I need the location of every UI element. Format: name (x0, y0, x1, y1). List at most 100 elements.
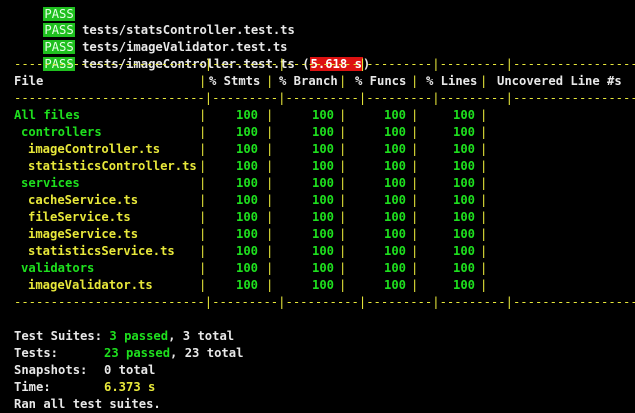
coverage-stmts-value: 100 (235, 261, 258, 275)
coverage-stmts-value: 100 (235, 227, 258, 241)
column-divider: | (480, 74, 488, 88)
coverage-branch-value: 100 (311, 210, 334, 224)
suites-passed: 3 passed (109, 329, 169, 343)
column-divider: | (411, 74, 419, 88)
coverage-funcs-value: 100 (383, 108, 406, 122)
column-divider: | (199, 244, 207, 258)
coverage-stmts-value: 100 (235, 278, 258, 292)
column-divider: | (199, 125, 207, 139)
coverage-lines-value: 100 (452, 210, 475, 224)
coverage-branch-value: 100 (311, 227, 334, 241)
coverage-stmts-value: 100 (235, 176, 258, 190)
column-divider: | (266, 244, 274, 258)
column-divider: | (339, 108, 347, 122)
column-divider: | (199, 210, 207, 224)
column-divider: | (266, 261, 274, 275)
column-divider: | (480, 108, 488, 122)
coverage-lines-value: 100 (452, 278, 475, 292)
tests-total: , 23 total (170, 346, 244, 360)
column-divider: | (199, 227, 207, 241)
coverage-funcs-value: 100 (383, 210, 406, 224)
coverage-lines-value: 100 (452, 227, 475, 241)
column-divider: | (480, 142, 488, 156)
coverage-row-label: controllers (21, 125, 102, 139)
column-divider: | (199, 278, 207, 292)
coverage-branch-value: 100 (311, 108, 334, 122)
summary-snapshots: Snapshots: 0 total (14, 362, 155, 379)
column-divider: | (339, 210, 347, 224)
column-divider: | (411, 278, 419, 292)
coverage-funcs-value: 100 (383, 227, 406, 241)
coverage-separator: --------------------------|---------|---… (14, 295, 635, 309)
coverage-row-label: validators (21, 261, 95, 275)
column-divider: | (339, 142, 347, 156)
column-divider: | (199, 193, 207, 207)
column-divider: | (411, 193, 419, 207)
coverage-funcs-value: 100 (383, 142, 406, 156)
coverage-lines-value: 100 (452, 125, 475, 139)
column-divider: | (339, 159, 347, 173)
column-divider: | (266, 142, 274, 156)
coverage-row-label: statisticsController.ts (28, 159, 197, 173)
coverage-branch-value: 100 (311, 244, 334, 258)
coverage-stmts-value: 100 (235, 108, 258, 122)
coverage-header-0: File (14, 74, 44, 88)
coverage-row-label: statisticsService.ts (28, 244, 175, 258)
coverage-lines-value: 100 (452, 159, 475, 173)
coverage-lines-value: 100 (452, 108, 475, 122)
column-divider: | (199, 176, 207, 190)
snapshots-value: 0 total (104, 363, 156, 377)
column-divider: | (411, 159, 419, 173)
column-divider: | (411, 261, 419, 275)
column-divider: | (266, 159, 274, 173)
column-divider: | (411, 210, 419, 224)
coverage-lines-value: 100 (452, 244, 475, 258)
summary-label: Time: (14, 380, 51, 394)
coverage-branch-value: 100 (311, 159, 334, 173)
coverage-header-5: Uncovered Line #s (497, 74, 622, 88)
coverage-branch-value: 100 (311, 278, 334, 292)
coverage-funcs-value: 100 (383, 159, 406, 173)
test-result-line: PASS tests/imageValidator.test.ts (14, 22, 288, 54)
coverage-row-label: imageController.ts (28, 142, 161, 156)
column-divider: | (339, 261, 347, 275)
column-divider: | (480, 261, 488, 275)
coverage-funcs-value: 100 (383, 261, 406, 275)
column-divider: | (266, 176, 274, 190)
column-divider: | (411, 227, 419, 241)
column-divider: | (199, 74, 207, 88)
column-divider: | (480, 125, 488, 139)
coverage-lines-value: 100 (452, 142, 475, 156)
test-result-line: PASS tests/statsController.test.ts (14, 5, 295, 37)
test-result-line: PASS tests/imageController.test.ts (5.61… (43, 57, 371, 71)
coverage-lines-value: 100 (452, 176, 475, 190)
column-divider: | (339, 176, 347, 190)
column-divider: | (339, 278, 347, 292)
coverage-row-label: cacheService.ts (28, 193, 139, 207)
coverage-funcs-value: 100 (383, 278, 406, 292)
coverage-row-label: imageService.ts (28, 227, 139, 241)
column-divider: | (411, 125, 419, 139)
column-divider: | (411, 108, 419, 122)
column-divider: | (480, 176, 488, 190)
column-divider: | (339, 244, 347, 258)
coverage-lines-value: 100 (452, 193, 475, 207)
coverage-stmts-value: 100 (235, 159, 258, 173)
coverage-branch-value: 100 (311, 125, 334, 139)
coverage-separator: --------------------------|---------|---… (14, 57, 635, 71)
column-divider: | (266, 108, 274, 122)
column-divider: | (266, 227, 274, 241)
column-divider: | (266, 210, 274, 224)
coverage-row-label: fileService.ts (28, 210, 131, 224)
coverage-stmts-value: 100 (235, 244, 258, 258)
coverage-header-1: % Stmts (209, 74, 261, 88)
column-divider: | (411, 142, 419, 156)
coverage-header-4: % Lines (426, 74, 478, 88)
coverage-funcs-value: 100 (383, 125, 406, 139)
column-divider: | (266, 278, 274, 292)
column-divider: | (480, 193, 488, 207)
coverage-row-label: All files (14, 108, 81, 122)
column-divider: | (480, 159, 488, 173)
column-divider: | (339, 227, 347, 241)
coverage-branch-value: 100 (311, 261, 334, 275)
